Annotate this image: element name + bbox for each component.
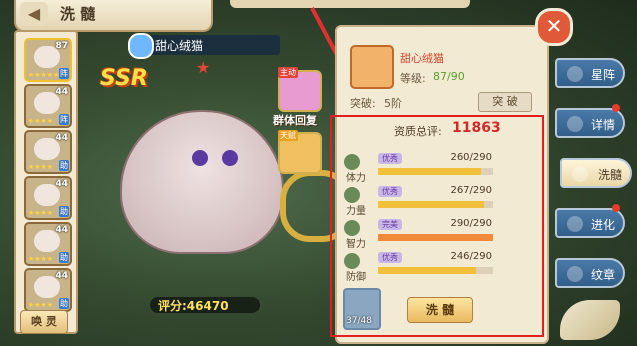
stat-row: 力量 优秀 267/290 xyxy=(342,185,532,217)
hero-slot[interactable]: 44 ★★★★ 助 xyxy=(24,176,72,220)
tab-4[interactable]: 纹章 xyxy=(555,258,625,288)
stat-bar-fill xyxy=(378,234,493,241)
tab-label: 洗髓 xyxy=(597,168,622,182)
top-decor-bar xyxy=(230,0,470,8)
stat-grade: 优秀 xyxy=(378,252,402,263)
stat-icon xyxy=(344,220,360,236)
quality-value: 11863 xyxy=(452,120,501,136)
page-title: 洗 髓 xyxy=(60,5,96,23)
tab-icon xyxy=(567,216,583,232)
tab-0[interactable]: 星阵 xyxy=(555,58,625,88)
hero-tag: 阵 xyxy=(59,68,69,79)
hero-slot[interactable]: 44 ★★★★ 助 xyxy=(24,130,72,174)
notification-dot-icon xyxy=(612,204,620,212)
tab-icon xyxy=(572,166,588,182)
quality-label: 资质总评: xyxy=(394,125,442,138)
back-arrow-icon[interactable]: ◀ xyxy=(20,2,48,26)
skill-type-tag: 主动 xyxy=(278,67,298,78)
stat-name: 力量 xyxy=(346,206,366,217)
stat-grade: 优秀 xyxy=(378,153,402,164)
tab-icon xyxy=(567,116,583,132)
stat-bar-fill xyxy=(378,168,482,175)
character-eye xyxy=(222,150,238,166)
tab-2[interactable]: 洗髓 xyxy=(560,158,632,188)
hero-stars: ★★★★ xyxy=(28,209,54,217)
hero-tag: 助 xyxy=(59,298,69,309)
stat-value: 246/290 xyxy=(450,251,492,262)
hero-level: 44 xyxy=(55,271,68,281)
summon-button[interactable]: 唤 灵 xyxy=(20,310,68,334)
stat-bar xyxy=(378,267,493,274)
close-icon[interactable]: ✕ xyxy=(535,8,573,46)
stat-row: 防御 优秀 246/290 xyxy=(342,251,532,283)
stat-row: 体力 优秀 260/290 xyxy=(342,152,532,184)
hero-tag: 阵 xyxy=(59,114,69,125)
stat-bar-fill xyxy=(378,201,484,208)
stat-value: 260/290 xyxy=(450,152,492,163)
tab-label: 进化 xyxy=(590,218,615,232)
hero-stars: ★★★★ xyxy=(28,163,54,171)
score-label: 评分:46470 xyxy=(158,299,229,313)
hero-level: 44 xyxy=(55,179,68,189)
breakthrough-label: 突破: xyxy=(350,97,376,110)
water-element-icon xyxy=(128,33,154,59)
tab-label: 纹章 xyxy=(590,268,615,282)
hero-level: 87 xyxy=(55,41,68,51)
stat-grade: 优秀 xyxy=(378,186,402,197)
character-name: 甜心绒猫 xyxy=(155,39,204,53)
character-eye xyxy=(192,150,208,166)
notification-dot-icon xyxy=(612,104,620,112)
stat-grade: 完美 xyxy=(378,219,402,230)
tab-label: 详情 xyxy=(590,118,615,132)
tab-icon xyxy=(567,266,583,282)
hero-level: 44 xyxy=(55,133,68,143)
level-label: 等级: xyxy=(400,72,426,85)
hero-stars: ★★★★★ xyxy=(28,71,60,79)
tab-label: 星阵 xyxy=(590,68,615,82)
breakthrough-value: 5阶 xyxy=(384,97,402,110)
tab-icon xyxy=(567,66,583,82)
tab-1[interactable]: 详情 xyxy=(555,108,625,138)
stat-row: 智力 完美 290/290 xyxy=(342,218,532,250)
hero-slot[interactable]: 44 ★★★★ 助 xyxy=(24,222,72,266)
stat-bar xyxy=(378,201,493,208)
stat-bar xyxy=(378,168,493,175)
stat-bar-fill xyxy=(378,267,476,274)
hero-slot[interactable]: 44 ★★★★ 助 xyxy=(24,268,72,312)
breakthrough-button[interactable]: 突 破 xyxy=(478,92,532,112)
hero-tag: 助 xyxy=(59,252,69,263)
stat-value: 290/290 xyxy=(450,218,492,229)
hero-slot[interactable]: 87 ★★★★★ 阵 xyxy=(24,38,72,82)
panel-character-name: 甜心绒猫 xyxy=(400,52,444,65)
hero-stars: ★★★★ xyxy=(28,301,54,309)
level-value: 87/90 xyxy=(433,70,465,83)
stat-bar xyxy=(378,234,493,241)
skill-type-tag: 天赋 xyxy=(278,130,298,141)
skill-label: 群体回复 xyxy=(273,114,317,127)
hero-tag: 助 xyxy=(59,206,69,217)
hero-tag: 助 xyxy=(59,160,69,171)
stat-name: 智力 xyxy=(346,239,366,250)
character-portrait xyxy=(350,45,394,89)
stat-name: 体力 xyxy=(346,173,366,184)
tab-3[interactable]: 进化 xyxy=(555,208,625,238)
item-count: 37/48 xyxy=(346,316,372,326)
hero-level: 44 xyxy=(55,225,68,235)
character-model[interactable] xyxy=(120,110,284,254)
rarity-badge: SSR xyxy=(100,66,148,91)
hero-stars: ★★★★ xyxy=(28,255,54,263)
star-icon: ★ xyxy=(196,58,211,77)
stat-icon xyxy=(344,154,360,170)
stat-icon xyxy=(344,253,360,269)
stat-value: 267/290 xyxy=(450,185,492,196)
stat-name: 防御 xyxy=(346,272,366,283)
stat-icon xyxy=(344,187,360,203)
refine-button[interactable]: 洗 髓 xyxy=(407,297,473,323)
hero-level: 44 xyxy=(55,87,68,97)
hero-stars: ★★★★ xyxy=(28,117,54,125)
hero-slot[interactable]: 44 ★★★★ 阵 xyxy=(24,84,72,128)
